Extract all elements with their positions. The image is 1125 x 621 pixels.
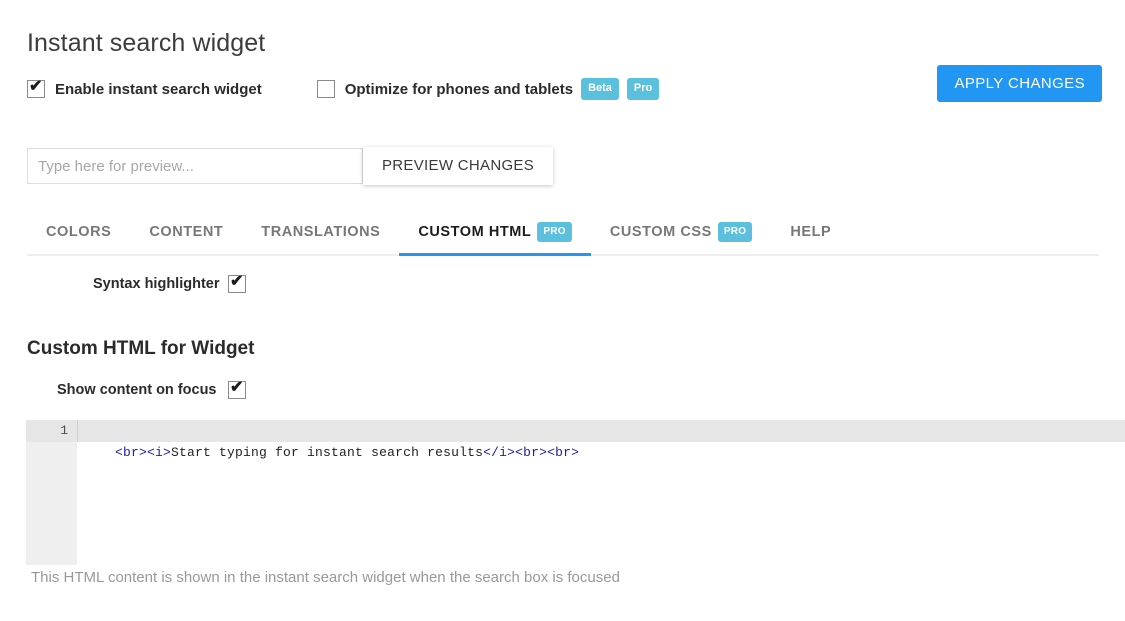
optimize-mobile-checkbox[interactable] [316,80,335,98]
toggle-optimize-mobile[interactable]: Optimize for phones and tablets Beta Pro [316,78,660,100]
optimize-mobile-label: Optimize for phones and tablets [344,80,574,98]
tab-translations[interactable]: TRANSLATIONS [242,210,399,254]
tab-help-label: HELP [790,224,832,240]
syntax-highlighter-label: Syntax highlighter [93,276,220,292]
code-editor[interactable]: 1 <br><i>Start typing for instant search… [26,420,1125,565]
tab-colors-label: COLORS [46,224,112,240]
tab-custom-html[interactable]: CUSTOM HTML PRO [399,210,591,256]
tab-bar: COLORS CONTENT TRANSLATIONS CUSTOM HTML … [27,210,1099,256]
preview-row: PREVIEW CHANGES [27,147,554,185]
tab-translations-label: TRANSLATIONS [261,224,381,240]
tab-content[interactable]: CONTENT [130,210,242,254]
preview-search-input[interactable] [27,148,363,184]
pro-badge: Pro [626,78,660,100]
show-content-on-focus-checkbox[interactable] [228,379,246,399]
beta-badge: Beta [581,78,619,100]
enable-instant-search-checkbox[interactable] [27,78,45,98]
tab-custom-html-pro-badge: PRO [537,222,572,242]
tab-custom-html-label: CUSTOM HTML [418,224,532,240]
toggles-row: Enable instant search widget Optimize fo… [27,78,660,100]
editor-token-open-tags: <br><i> [115,445,172,460]
apply-changes-button[interactable]: APPLY CHANGES [937,65,1102,102]
setting-row-show-content-on-focus: Show content on focus [57,379,246,399]
tab-help[interactable]: HELP [771,210,850,254]
editor-token-close-tags: </i><br><br> [483,445,580,460]
tab-custom-css-pro-badge: PRO [717,222,753,242]
section-heading-custom-html: Custom HTML for Widget [27,337,255,359]
editor-token-text: Start typing for instant search results [171,445,484,460]
editor-line-number: 1 [60,423,68,438]
tab-custom-css-label: CUSTOM CSS [609,224,712,240]
toggle-enable-instant-search[interactable]: Enable instant search widget [27,78,262,98]
editor-code-line[interactable]: <br><i>Start typing for instant search r… [83,420,579,460]
preview-changes-button[interactable]: PREVIEW CHANGES [363,147,554,185]
tab-custom-css[interactable]: CUSTOM CSS PRO [591,210,772,254]
editor-gutter-divider [77,420,78,442]
tab-content-label: CONTENT [149,224,224,240]
enable-instant-search-label: Enable instant search widget [55,80,262,98]
tab-colors[interactable]: COLORS [27,210,130,254]
setting-row-syntax-highlighter: Syntax highlighter [93,273,246,293]
editor-help-text: This HTML content is shown in the instan… [31,569,620,586]
show-content-on-focus-label: Show content on focus [57,382,217,398]
page-title: Instant search widget [27,28,266,57]
syntax-highlighter-checkbox[interactable] [228,273,246,293]
